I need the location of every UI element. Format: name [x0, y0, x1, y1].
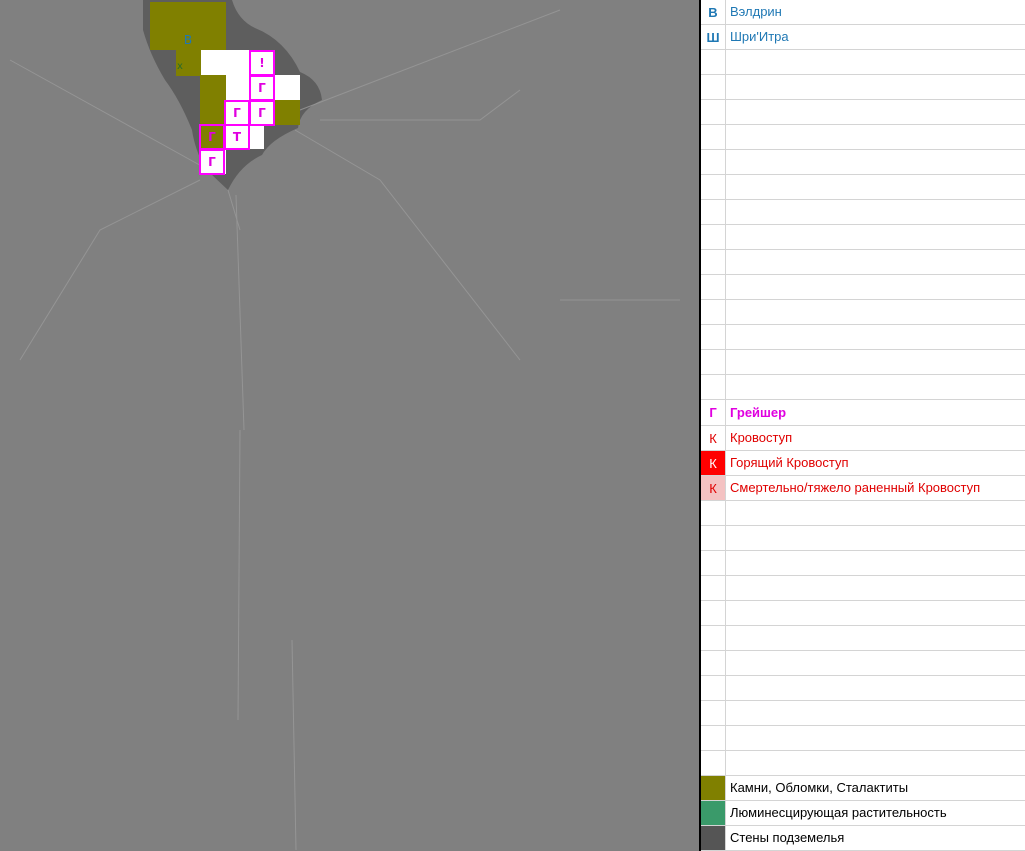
legend-empty-row — [701, 150, 1025, 175]
floor-tile — [226, 75, 250, 100]
legend-empty-row — [701, 601, 1025, 626]
wall-swatch-icon — [701, 826, 726, 850]
legend-symbol: Ш — [701, 25, 726, 49]
greisher-token[interactable]: Г — [199, 124, 225, 150]
rock-tile — [150, 2, 226, 26]
legend-empty-row — [701, 100, 1025, 125]
legend-row-walls[interactable]: Стены подземелья — [701, 826, 1025, 851]
legend-row-rocks[interactable]: Камни, Обломки, Сталактиты — [701, 776, 1025, 801]
legend-symbol: Г — [701, 400, 726, 425]
marker-x: х — [177, 60, 183, 72]
legend-label: Люминесцирующая растительность — [730, 805, 947, 820]
legend-empty-row — [701, 50, 1025, 75]
legend-label: Вэлдрин — [730, 4, 782, 19]
t-marker[interactable]: Т — [224, 124, 250, 150]
cave-cracks — [9, 9, 680, 851]
legend-empty-row — [701, 701, 1025, 726]
legend-empty-row — [701, 526, 1025, 551]
greisher-token[interactable]: Г — [249, 100, 275, 126]
vegetation-swatch-icon — [701, 801, 726, 825]
legend-empty-row — [701, 300, 1025, 325]
legend-empty-row — [701, 651, 1025, 676]
legend-row-vegetation[interactable]: Люминесцирующая растительность — [701, 801, 1025, 826]
legend-empty-row — [701, 751, 1025, 776]
greisher-token[interactable]: Г — [224, 100, 250, 126]
greisher-token[interactable]: Г — [199, 149, 225, 175]
legend-empty-row — [701, 726, 1025, 751]
legend-row-greisher[interactable]: Г Грейшер — [701, 400, 1025, 426]
legend-label: Кровоступ — [730, 430, 793, 445]
dungeon-map[interactable]: В х ! Г Г Г Г Т Г — [0, 0, 699, 851]
legend-empty-row — [701, 175, 1025, 200]
legend-symbol: В — [701, 0, 726, 24]
legend-symbol: К — [701, 451, 726, 475]
legend-empty-row — [701, 501, 1025, 526]
legend-empty-row — [701, 350, 1025, 375]
rock-swatch-icon — [701, 776, 726, 800]
legend-label: Стены подземелья — [730, 830, 845, 845]
legend-empty-row — [701, 75, 1025, 100]
floor-tile — [250, 125, 264, 149]
legend-empty-row — [701, 576, 1025, 601]
floor-tile — [275, 75, 300, 100]
legend-empty-row — [701, 626, 1025, 651]
legend-row-wounded-krovostup[interactable]: К Смертельно/тяжело раненный Кровоступ — [701, 476, 1025, 501]
legend-label: Горящий Кровоступ — [730, 455, 849, 470]
legend-label: Шри'Итра — [730, 29, 789, 44]
rock-tile — [200, 75, 226, 125]
floor-tile — [201, 50, 249, 75]
legend-empty-row — [701, 325, 1025, 350]
legend-empty-row — [701, 125, 1025, 150]
legend-empty-row — [701, 375, 1025, 400]
legend-empty-row — [701, 200, 1025, 225]
map-background — [9, 0, 680, 851]
legend-empty-row — [701, 225, 1025, 250]
legend-row-veldrin[interactable]: В Вэлдрин — [701, 0, 1025, 25]
legend-symbol: К — [701, 476, 726, 500]
alert-marker[interactable]: ! — [249, 50, 275, 76]
legend-symbol: К — [701, 426, 726, 450]
veldrin-token[interactable]: В — [176, 28, 200, 52]
legend-label: Смертельно/тяжело раненный Кровоступ — [730, 480, 981, 495]
legend-label: Камни, Обломки, Сталактиты — [730, 780, 909, 795]
legend-row-shri-itra[interactable]: Ш Шри'Итра — [701, 25, 1025, 50]
legend-empty-row — [701, 676, 1025, 701]
legend-label: Грейшер — [730, 405, 787, 420]
legend-panel: В Вэлдрин Ш Шри'Итра Г Грейшер К Кровост… — [699, 0, 1025, 851]
legend-empty-row — [701, 250, 1025, 275]
legend-row-krovostup[interactable]: К Кровоступ — [701, 426, 1025, 451]
legend-empty-row — [701, 275, 1025, 300]
legend-row-burning-krovostup[interactable]: К Горящий Кровоступ — [701, 451, 1025, 476]
legend-empty-row — [701, 551, 1025, 576]
greisher-token[interactable]: Г — [249, 75, 275, 101]
rock-tile — [275, 100, 300, 125]
